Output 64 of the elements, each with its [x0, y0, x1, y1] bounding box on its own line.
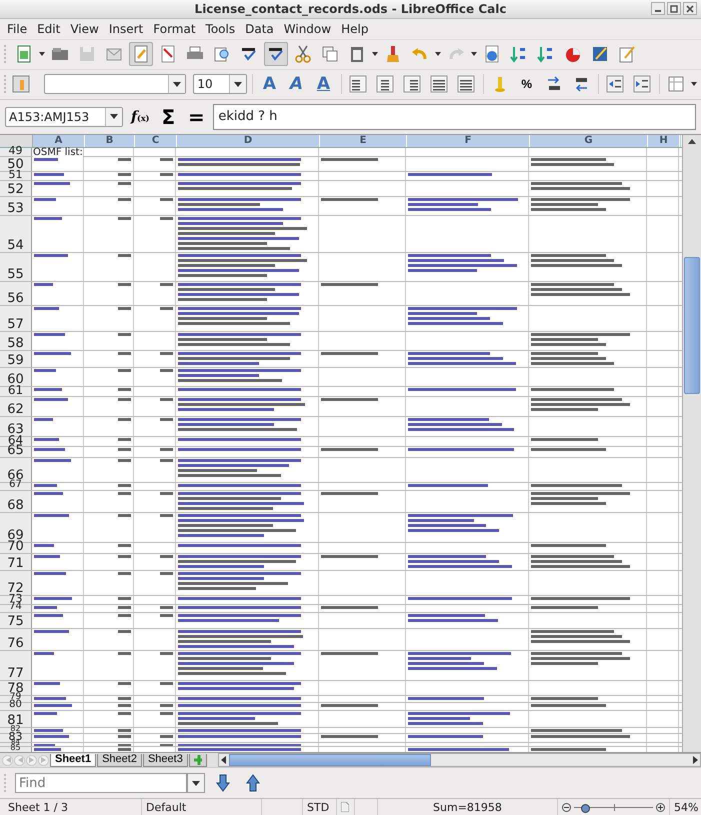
menu-item[interactable]: Format — [148, 22, 201, 36]
row-header[interactable]: 61 — [0, 386, 32, 396]
row-header[interactable]: 57 — [0, 306, 32, 331]
row-header[interactable]: 76 — [0, 628, 32, 650]
column-header[interactable]: B — [85, 134, 135, 147]
row-header[interactable]: 59 — [0, 350, 32, 367]
name-box[interactable]: A153:AMJ153 — [5, 106, 123, 127]
column-header[interactable]: C — [135, 134, 177, 147]
row-header[interactable]: 75 — [0, 612, 32, 628]
sheet-tab[interactable]: Sheet2 — [97, 754, 142, 767]
row-header[interactable]: 58 — [0, 332, 32, 350]
zoom-level: 54% — [673, 800, 700, 815]
font-size-field[interactable]: 10 — [193, 74, 248, 94]
menu-item[interactable]: Tools — [200, 22, 240, 36]
selection-mode: STD — [303, 799, 337, 815]
sum-readout: Sum=81958 — [378, 799, 558, 815]
menu-item[interactable]: Insert — [104, 22, 148, 36]
column-header[interactable]: H — [648, 134, 680, 147]
menu-item[interactable]: Data — [240, 22, 279, 36]
column-header[interactable]: E — [320, 134, 407, 147]
menu-item[interactable]: File — [2, 22, 32, 36]
row-header[interactable]: 77 — [0, 650, 32, 680]
sheet-indicator: Sheet 1 / 3 — [0, 799, 142, 815]
row-header[interactable]: 55 — [0, 252, 32, 281]
column-header[interactable]: A — [33, 134, 85, 147]
row-header[interactable]: 60 — [0, 368, 32, 386]
row-header[interactable]: 72 — [0, 570, 32, 595]
function-wizard-button[interactable]: f(x) — [129, 108, 152, 125]
row-header[interactable]: 85 — [0, 746, 32, 752]
underline-button[interactable]: A — [312, 72, 336, 96]
row-header[interactable]: 49 — [0, 148, 32, 156]
row-header[interactable]: 54 — [0, 216, 32, 252]
row-header[interactable]: 52 — [0, 180, 32, 196]
window-title: License_contact_records.ods - LibreOffice Calc — [194, 2, 506, 16]
menu-item[interactable]: Help — [336, 22, 374, 36]
function-button[interactable]: = — [185, 104, 208, 129]
sheet-tab[interactable]: Sheet1 — [50, 754, 96, 767]
menu-item[interactable]: Edit — [32, 22, 66, 36]
sheet-tab[interactable]: Sheet3 — [142, 754, 188, 767]
row-header[interactable]: 50 — [0, 156, 32, 171]
row-header[interactable]: 70 — [0, 542, 32, 553]
column-header[interactable]: D — [177, 134, 320, 147]
bold-button[interactable]: A — [258, 72, 282, 96]
menu-item[interactable]: Window — [278, 22, 336, 36]
column-header[interactable]: F — [407, 134, 530, 147]
row-header[interactable]: 63 — [0, 416, 32, 436]
row-header[interactable]: 64 — [0, 436, 32, 446]
column-header[interactable]: G — [530, 134, 648, 147]
row-header[interactable]: 53 — [0, 196, 32, 215]
cell-text: OSMF list: — [33, 148, 83, 157]
italic-button[interactable]: A — [284, 72, 308, 96]
page-style: Default — [142, 799, 262, 815]
row-header[interactable]: 56 — [0, 282, 32, 305]
find-field[interactable]: Find — [15, 773, 187, 794]
row-header[interactable]: 71 — [0, 554, 32, 570]
row-header[interactable]: 82 — [0, 728, 32, 733]
row-header[interactable]: 62 — [0, 396, 32, 416]
row-header[interactable]: 65 — [0, 446, 32, 457]
percent-button[interactable]: % — [514, 72, 539, 96]
formula-input[interactable]: ekidd ? h — [213, 104, 696, 130]
menu-item[interactable]: View — [65, 22, 104, 36]
row-header[interactable]: 69 — [0, 512, 32, 542]
row-header[interactable]: 68 — [0, 490, 32, 512]
sum-button[interactable]: Σ — [157, 104, 180, 129]
